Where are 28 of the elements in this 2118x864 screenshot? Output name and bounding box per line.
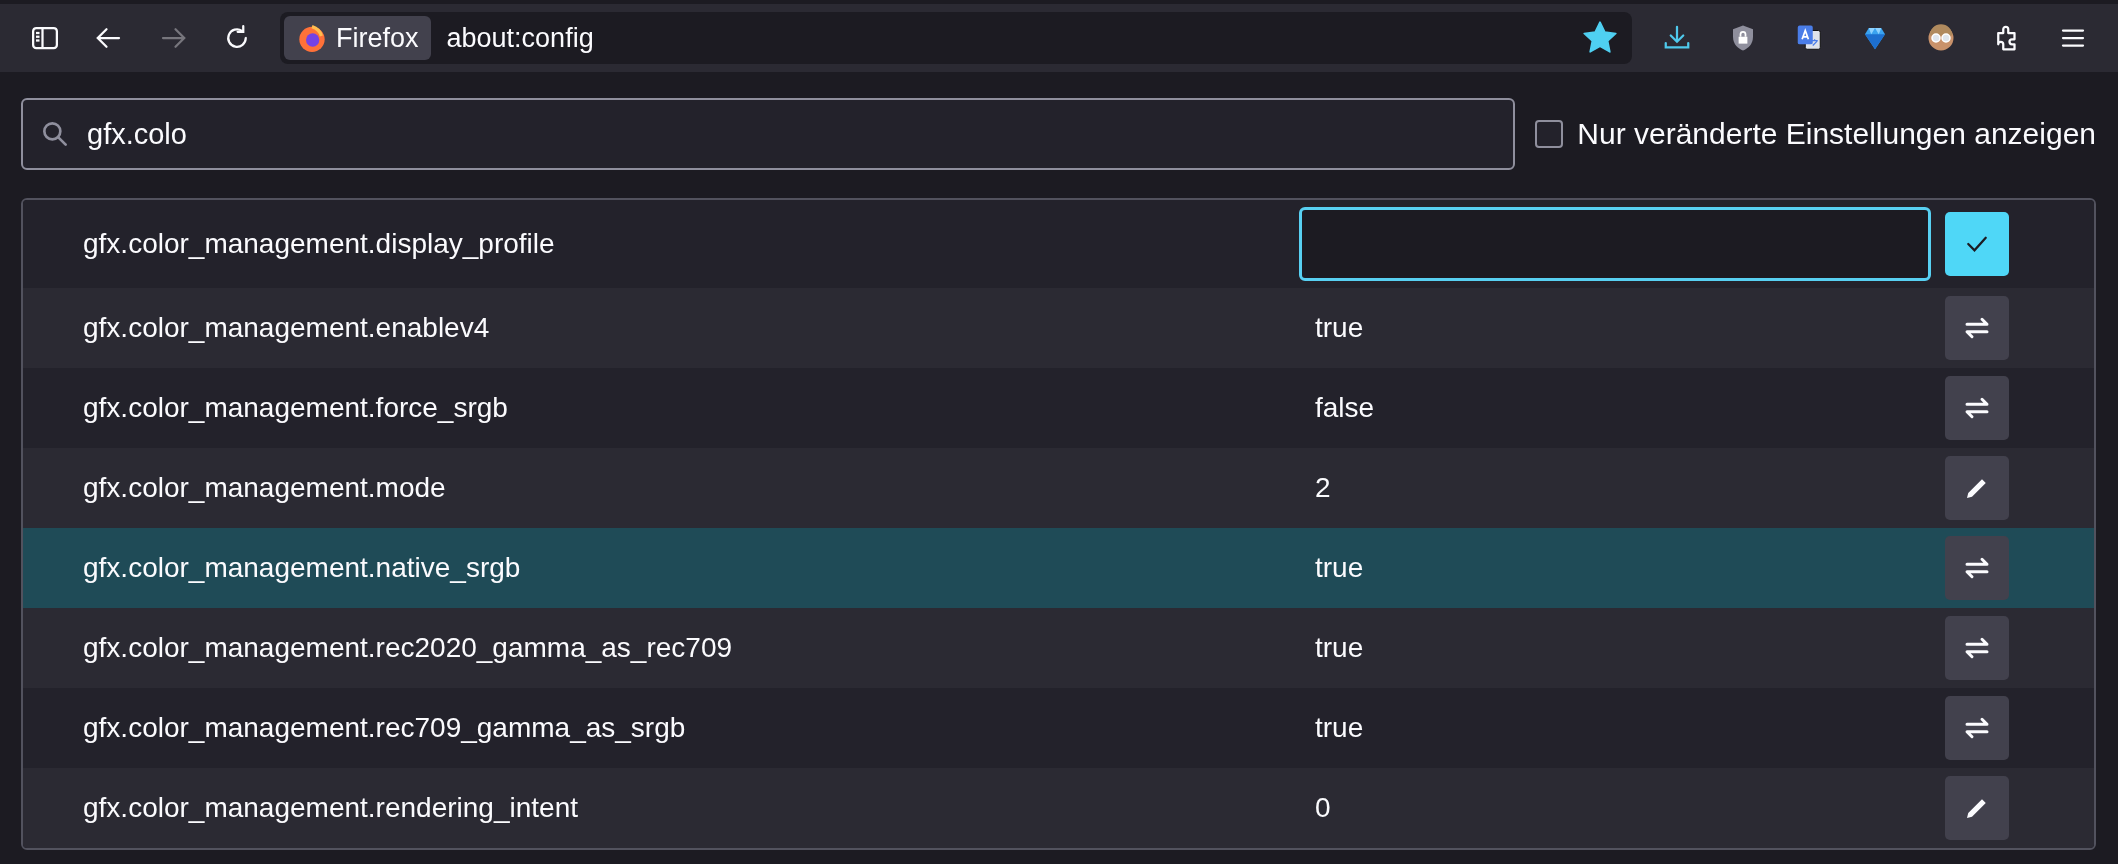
preference-value: 2 [1314,472,1332,504]
preference-name: gfx.color_management.rec709_gamma_as_srgb [82,712,687,744]
preference-row[interactable]: gfx.color_management.rec2020_gamma_as_rec709 true [23,608,2094,688]
preference-name: gfx.color_management.rec2020_gamma_as_rec709 [82,632,734,664]
url-text: about:config [446,22,595,54]
preference-name: gfx.color_management.rendering_intent [82,792,579,824]
preference-row[interactable]: gfx.color_management.force_srgb false [23,368,2094,448]
preference-value: true [1314,632,1365,664]
address-bar[interactable]: Firefox about:config [280,12,1632,64]
preference-value: true [1314,312,1365,344]
preference-name: gfx.color_management.mode [82,472,447,504]
preference-name: gfx.color_management.display_profile [82,228,556,260]
preference-row[interactable]: gfx.color_management.display_profile [23,200,2094,288]
preference-name: gfx.color_management.enablev4 [82,312,491,344]
preference-row[interactable]: gfx.color_management.enablev4 true [23,288,2094,368]
preference-row[interactable]: gfx.color_management.native_srgb true [23,528,2094,608]
checkbox-label: Nur veränderte Einstellungen anzeigen [1577,117,2096,151]
preference-value: false [1314,392,1376,424]
preference-name: gfx.color_management.force_srgb [82,392,509,424]
preference-row[interactable]: gfx.color_management.mode 2 [23,448,2094,528]
preference-value: true [1314,712,1365,744]
preference-name: gfx.color_management.native_srgb [82,552,522,584]
search-field[interactable]: gfx.colo [21,98,1516,170]
preference-value: true [1314,552,1365,584]
preference-row[interactable]: gfx.color_management.rendering_intent 0 [23,768,2094,848]
identity-button[interactable]: Firefox [284,16,431,60]
preference-row[interactable]: gfx.color_management.rec709_gamma_as_srgb true [23,688,2094,768]
preference-value: 0 [1314,792,1332,824]
